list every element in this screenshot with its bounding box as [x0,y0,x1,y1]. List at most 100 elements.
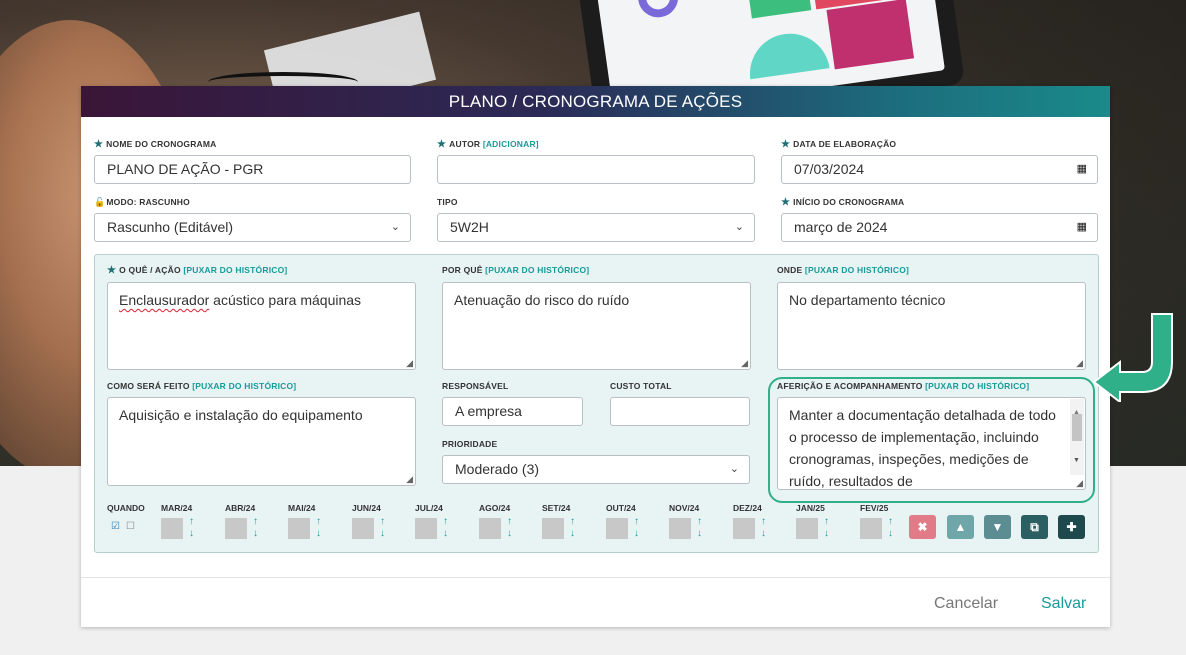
month-label: AGO/24 [479,503,511,513]
callout-arrow-icon [1092,313,1173,402]
chevron-down-icon: ⌄ [390,221,400,233]
autor-input[interactable] [437,155,755,184]
como-textarea[interactable]: Aquisição e instalação do equipamento ◢ [107,397,416,486]
resize-grip-icon[interactable]: ◢ [741,359,748,368]
custo-input[interactable] [610,397,750,426]
month-label: JUN/24 [352,503,381,513]
onde-label: ONDE [PUXAR DO HISTÓRICO] [777,265,910,275]
check-all-icon[interactable]: ☑ [111,521,120,532]
responsavel-label: RESPONSÁVEL [442,381,509,391]
month-label: FEV/25 [860,503,889,513]
month-label: JUL/24 [415,503,443,513]
arrow-down-icon[interactable]: ↓ [443,529,448,539]
month-checkbox[interactable] [542,518,564,539]
porque-history-link[interactable]: [PUXAR DO HISTÓRICO] [485,265,589,275]
nome-label: ★ NOME DO CRONOGRAMA [94,139,217,150]
month-checkbox[interactable] [669,518,691,539]
porque-label: POR QUÊ [PUXAR DO HISTÓRICO] [442,265,590,275]
arrow-up-icon[interactable]: ↑ [443,517,448,527]
arrow-up-icon[interactable]: ↑ [761,517,766,527]
arrow-down-icon[interactable]: ↓ [888,529,893,539]
arrow-up-icon[interactable]: ↑ [316,517,321,527]
month-label: NOV/24 [669,503,700,513]
data-elaboracao-input[interactable]: 07/03/2024 ▦ [781,155,1098,184]
arrow-up-icon[interactable]: ↑ [824,517,829,527]
oque-textarea[interactable]: Enclausurador acústico para máquinas ◢ [107,282,416,370]
month-checkbox[interactable] [225,518,247,539]
onde-textarea[interactable]: No departamento técnico ◢ [777,282,1086,370]
resize-grip-icon[interactable]: ◢ [1076,359,1083,368]
footer-divider [81,577,1110,578]
month-label: ABR/24 [225,503,256,513]
calendar-icon[interactable]: ▦ [1077,156,1087,183]
schedule-dialog: PLANO / CRONOGRAMA DE AÇÕES ★ NOME DO CRO… [81,86,1110,627]
arrow-down-icon[interactable]: ↓ [189,529,194,539]
porque-textarea[interactable]: Atenuação do risco do ruído ◢ [442,282,751,370]
tablet-card-magenta [826,0,915,70]
remove-button[interactable]: ✖ [909,515,936,539]
star-icon: ★ [781,197,791,208]
arrow-down-icon[interactable]: ↓ [697,529,702,539]
unlock-icon: 🔓 [94,197,106,207]
inicio-input[interactable]: março de 2024 ▦ [781,213,1098,242]
arrow-up-icon[interactable]: ↑ [253,517,258,527]
star-icon: ★ [437,139,447,150]
month-checkbox[interactable] [606,518,628,539]
star-icon: ★ [94,139,104,150]
copy-button[interactable]: ⧉ [1021,515,1048,539]
arrow-down-icon[interactable]: ↓ [380,529,385,539]
data-label: ★ DATA DE ELABORAÇÃO [781,139,897,150]
resize-grip-icon[interactable]: ◢ [406,359,413,368]
add-button[interactable]: ✚ [1058,515,1085,539]
save-button[interactable]: Salvar [1041,595,1086,613]
oque-history-link[interactable]: [PUXAR DO HISTÓRICO] [183,265,287,275]
month-checkbox[interactable] [288,518,310,539]
tablet-area-chart [744,28,830,80]
uncheck-all-icon[interactable]: ☐ [126,521,135,532]
prioridade-select[interactable]: Moderado (3) ⌄ [442,455,750,484]
month-label: MAR/24 [161,503,193,513]
arrow-down-icon[interactable]: ↓ [761,529,766,539]
arrow-up-icon[interactable]: ↑ [888,517,893,527]
month-checkbox[interactable] [860,518,882,539]
highlight-callout [768,377,1095,503]
como-history-link[interactable]: [PUXAR DO HISTÓRICO] [192,381,296,391]
month-checkbox[interactable] [352,518,374,539]
chevron-down-icon: ⌄ [734,221,744,233]
month-checkbox[interactable] [479,518,501,539]
tablet-card-green [744,0,812,19]
arrow-down-icon[interactable]: ↓ [570,529,575,539]
autor-add-link[interactable]: [ADICIONAR] [483,139,539,149]
month-checkbox[interactable] [733,518,755,539]
arrow-down-icon[interactable]: ↓ [253,529,258,539]
tipo-select[interactable]: 5W2H ⌄ [437,213,755,242]
autor-label: ★ AUTOR [ADICIONAR] [437,139,539,150]
month-checkbox[interactable] [796,518,818,539]
arrow-up-icon[interactable]: ↑ [697,517,702,527]
modo-label: 🔓MODO: RASCUNHO [94,197,190,207]
responsavel-input[interactable]: A empresa [442,397,583,426]
modo-select[interactable]: Rascunho (Editável) ⌄ [94,213,411,242]
move-up-button[interactable]: ▲ [947,515,974,539]
arrow-down-icon[interactable]: ↓ [507,529,512,539]
arrow-up-icon[interactable]: ↑ [507,517,512,527]
inicio-label: ★ INÍCIO DO CRONOGRAMA [781,197,905,208]
cancel-button[interactable]: Cancelar [934,595,998,613]
arrow-down-icon[interactable]: ↓ [634,529,639,539]
move-down-button[interactable]: ▼ [984,515,1011,539]
nome-input[interactable]: PLANO DE AÇÃO - PGR [94,155,411,184]
arrow-up-icon[interactable]: ↑ [189,517,194,527]
month-checkbox[interactable] [415,518,437,539]
quando-label: QUANDO [107,503,145,513]
month-checkbox[interactable] [161,518,183,539]
arrow-up-icon[interactable]: ↑ [634,517,639,527]
arrow-down-icon[interactable]: ↓ [316,529,321,539]
star-icon: ★ [781,139,791,150]
calendar-icon[interactable]: ▦ [1077,214,1087,241]
onde-history-link[interactable]: [PUXAR DO HISTÓRICO] [805,265,909,275]
arrow-up-icon[interactable]: ↑ [380,517,385,527]
arrow-up-icon[interactable]: ↑ [570,517,575,527]
chevron-down-icon: ⌄ [729,463,739,475]
resize-grip-icon[interactable]: ◢ [406,475,413,484]
arrow-down-icon[interactable]: ↓ [824,529,829,539]
